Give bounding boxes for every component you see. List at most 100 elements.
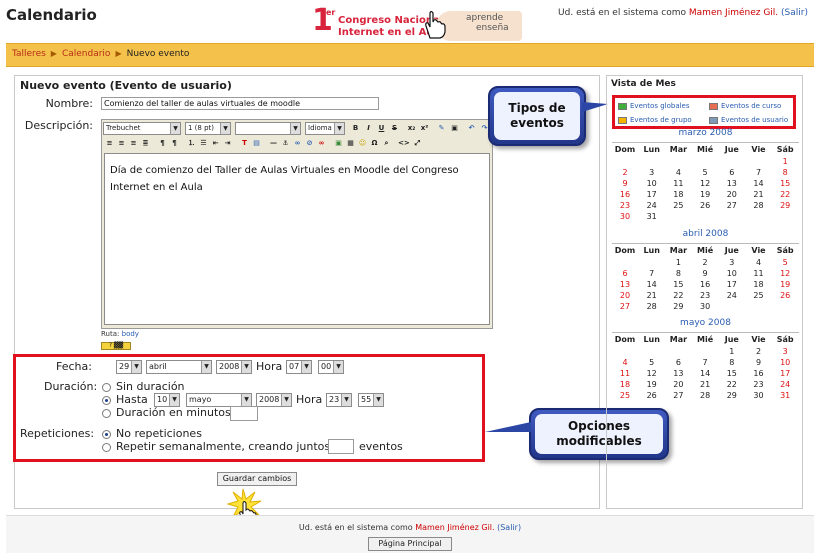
calendar-day[interactable]: 7 [746,168,772,177]
calendar-day[interactable]: 25 [665,201,691,210]
table-icon[interactable]: ▦ [345,137,356,149]
calendar-day[interactable]: 6 [719,168,745,177]
hr-icon[interactable]: — [268,137,279,149]
calendar-day[interactable]: 5 [639,358,665,367]
hasta-minute-select[interactable]: 55 ▼ [358,393,384,407]
logout-link[interactable]: (Salir) [781,8,808,18]
calendar-day[interactable]: 5 [772,258,798,267]
calendar-day[interactable]: 16 [692,280,718,289]
calendar-day[interactable]: 2 [746,347,772,356]
unordered-list-icon[interactable]: ☰ [198,137,209,149]
duracion-minutos-radio[interactable] [102,409,111,418]
repetir-radio[interactable] [102,443,111,452]
calendar-day[interactable]: 26 [772,291,798,300]
calendar-day[interactable]: 22 [719,380,745,389]
fecha-day-select[interactable]: 29 ▼ [116,360,142,374]
calendar-day[interactable]: 24 [772,380,798,389]
fecha-month-select[interactable]: abril ▼ [146,360,212,374]
calendar-day[interactable]: 4 [746,258,772,267]
footer-logout-link[interactable]: (Salir) [497,523,521,532]
duracion-minutos-input[interactable] [230,406,258,421]
name-input[interactable]: Comienzo del taller de aulas virtuales d… [101,97,379,110]
legend-group[interactable]: Eventos de grupo [618,116,692,124]
calendar-day[interactable]: 8 [772,168,798,177]
calendar-day[interactable]: 3 [719,258,745,267]
language-select[interactable]: Idioma ▼ [305,122,345,135]
calendar-day[interactable]: 12 [692,179,718,188]
hasta-year-select[interactable]: 2008 ▼ [256,393,292,407]
calendar-day[interactable]: 23 [692,291,718,300]
calendar-day[interactable]: 19 [639,380,665,389]
font-select[interactable]: Trebuchet ▼ [103,122,181,135]
hasta-radio[interactable] [102,396,111,405]
calendar-day[interactable]: 3 [639,168,665,177]
ltr-icon[interactable]: ¶ [157,137,168,149]
calendar-day[interactable]: 24 [719,291,745,300]
hasta-day-select[interactable]: 10 ▼ [154,393,180,407]
calendar-day[interactable]: 10 [772,358,798,367]
source-icon[interactable]: <> [398,137,410,149]
fecha-minute-select[interactable]: 00 ▼ [318,360,344,374]
hasta-month-select[interactable]: mayo ▼ [186,393,252,407]
calendar-day[interactable]: 12 [772,269,798,278]
calendar-day[interactable]: 29 [772,201,798,210]
calendar-day[interactable]: 20 [719,190,745,199]
strikethrough-icon[interactable]: S [389,122,400,134]
subscript-icon[interactable]: x₂ [406,122,417,134]
calendar-day[interactable]: 21 [639,291,665,300]
underline-icon[interactable]: U [376,122,387,134]
calendar-day[interactable]: 21 [746,190,772,199]
calendar-day[interactable]: 7 [692,358,718,367]
outdent-icon[interactable]: ⇤ [210,137,221,149]
link-icon[interactable]: ∞ [292,137,303,149]
indent-icon[interactable]: ⇥ [222,137,233,149]
breadcrumb-calendario[interactable]: Calendario [62,49,110,59]
path-value[interactable]: body [122,330,139,338]
calendar-day[interactable]: 23 [612,201,638,210]
help-icon[interactable]: ? ▓▓ [101,342,131,350]
image-icon[interactable]: ▣ [333,137,344,149]
align-center-icon[interactable]: ≡ [116,137,127,149]
repetir-count-input[interactable] [328,439,354,454]
calendar-day[interactable]: 31 [639,212,665,221]
user-link[interactable]: Mamen Jiménez Gil. [689,8,778,18]
calendar-day[interactable]: 21 [692,380,718,389]
calendar-day[interactable]: 18 [746,280,772,289]
calendar-day[interactable]: 11 [612,369,638,378]
calendar-day[interactable]: 9 [612,179,638,188]
calendar-day[interactable]: 25 [746,291,772,300]
align-right-icon[interactable]: ≡ [128,137,139,149]
smiley-icon[interactable]: ☺ [357,137,368,149]
calendar-day[interactable]: 22 [772,190,798,199]
fecha-year-select[interactable]: 2008 ▼ [216,360,252,374]
calendar-day[interactable]: 7 [639,269,665,278]
calendar-day[interactable]: 14 [692,369,718,378]
calendar-day[interactable]: 18 [665,190,691,199]
calendar-day[interactable]: 30 [612,212,638,221]
calendar-day[interactable]: 20 [665,380,691,389]
calendar-day[interactable]: 14 [746,179,772,188]
calendar-day[interactable]: 8 [719,358,745,367]
calendar-day[interactable]: 17 [772,369,798,378]
calendar-day[interactable]: 27 [665,391,691,400]
calendar-day[interactable]: 18 [612,380,638,389]
calendar-day[interactable]: 17 [719,280,745,289]
mini-calendar-title[interactable]: marzo 2008 [611,128,800,138]
description-textarea[interactable]: Día de comienzo del Taller de Aulas Virt… [104,153,490,325]
calendar-day[interactable]: 1 [665,258,691,267]
calendar-day[interactable]: 14 [639,280,665,289]
calendar-day[interactable]: 25 [612,391,638,400]
justify-icon[interactable]: ≣ [140,137,151,149]
calendar-day[interactable]: 2 [692,258,718,267]
calendar-day[interactable]: 9 [692,269,718,278]
calendar-day[interactable]: 22 [665,291,691,300]
calendar-day[interactable]: 16 [612,190,638,199]
rtl-icon[interactable]: ¶ [169,137,180,149]
footer-user-link[interactable]: Mamen Jiménez Gil. [415,523,494,532]
calendar-day[interactable]: 31 [772,391,798,400]
save-changes-button[interactable]: Guardar cambios [217,472,297,486]
unlink-icon[interactable]: ⊘ [304,137,315,149]
calendar-day[interactable]: 19 [772,280,798,289]
text-color-icon[interactable]: T [239,137,250,149]
legend-global[interactable]: Eventos globales [618,102,690,110]
